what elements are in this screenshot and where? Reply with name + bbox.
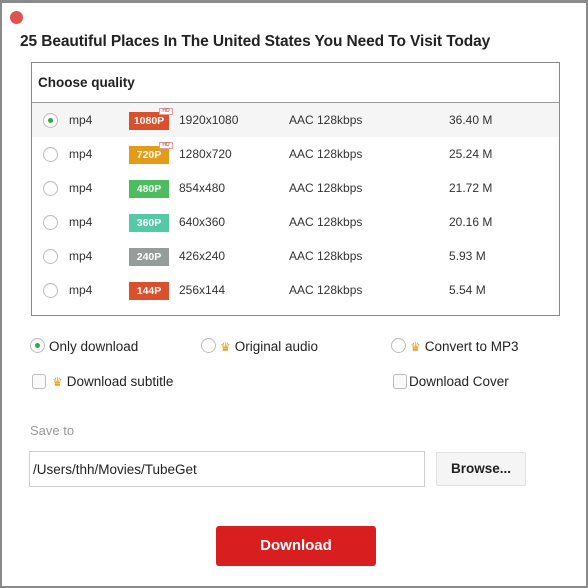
format-label: mp4	[69, 147, 93, 161]
resolution-badge: 480P	[129, 180, 169, 198]
quality-row[interactable]: mp4 720P HD 1280x720 AAC 128kbps 25.24 M	[32, 137, 559, 171]
convert-mp3-radio[interactable]	[391, 338, 406, 353]
file-size-label: 21.72 M	[449, 181, 493, 195]
quality-radio[interactable]	[43, 283, 58, 298]
file-size-label: 5.54 M	[449, 283, 486, 297]
quality-row[interactable]: mp4 240P 426x240 AAC 128kbps 5.93 M	[32, 239, 559, 273]
file-size-label: 25.24 M	[449, 147, 493, 161]
hd-badge-icon: HD	[159, 142, 173, 149]
download-button[interactable]: Download	[216, 526, 376, 566]
save-to-label: Save to	[30, 423, 75, 438]
resolution-badge: 240P	[129, 248, 169, 266]
format-label: mp4	[69, 249, 93, 263]
browse-button[interactable]: Browse...	[436, 452, 526, 486]
only-download-label: Only download	[49, 339, 139, 354]
download-subtitle-label: Download subtitle	[66, 374, 174, 389]
file-size-label: 20.16 M	[449, 215, 493, 229]
save-path-input[interactable]	[29, 451, 425, 487]
quality-row[interactable]: mp4 144P 256x144 AAC 128kbps 5.54 M	[32, 273, 559, 307]
original-audio-radio[interactable]	[201, 338, 216, 353]
audio-label: AAC 128kbps	[289, 215, 363, 229]
quality-row[interactable]: mp4 1080P HD 1920x1080 AAC 128kbps 36.40 M	[32, 103, 559, 137]
close-window-button[interactable]	[10, 11, 23, 24]
resolution-label: 426x240	[179, 249, 226, 263]
quality-header: Choose quality	[32, 63, 559, 103]
option-only-download[interactable]: Only download	[30, 336, 138, 356]
convert-mp3-label: Convert to MP3	[424, 339, 519, 354]
hd-badge-icon: HD	[159, 108, 173, 115]
quality-radio[interactable]	[43, 147, 58, 162]
download-subtitle-checkbox[interactable]	[32, 374, 46, 389]
resolution-label: 256x144	[179, 283, 226, 297]
audio-label: AAC 128kbps	[289, 181, 363, 195]
resolution-badge: 144P	[129, 282, 169, 300]
quality-row[interactable]: mp4 480P 854x480 AAC 128kbps 21.72 M	[32, 171, 559, 205]
audio-label: AAC 128kbps	[289, 249, 363, 263]
quality-radio[interactable]	[43, 249, 58, 264]
quality-row[interactable]: mp4 360P 640x360 AAC 128kbps 20.16 M	[32, 205, 559, 239]
option-download-subtitle[interactable]: ♛ Download subtitle	[32, 371, 173, 391]
audio-label: AAC 128kbps	[289, 283, 363, 297]
quality-table: Choose quality mp4 1080P HD 1920x1080 AAC 12…	[31, 62, 560, 316]
crown-icon: ♛	[52, 375, 63, 389]
file-size-label: 36.40 M	[449, 113, 493, 127]
crown-icon: ♛	[410, 340, 421, 354]
format-label: mp4	[69, 215, 93, 229]
format-label: mp4	[69, 113, 93, 127]
resolution-label: 1920x1080	[179, 113, 239, 127]
only-download-radio[interactable]	[30, 338, 45, 353]
crown-icon: ♛	[220, 340, 231, 354]
quality-radio[interactable]	[43, 181, 58, 196]
resolution-label: 1280x720	[179, 147, 232, 161]
download-dialog: 25 Beautiful Places In The United States…	[0, 0, 588, 588]
format-label: mp4	[69, 283, 93, 297]
audio-label: AAC 128kbps	[289, 147, 363, 161]
file-size-label: 5.93 M	[449, 249, 486, 263]
format-label: mp4	[69, 181, 93, 195]
original-audio-label: Original audio	[234, 339, 319, 354]
video-title: 25 Beautiful Places In The United States…	[20, 33, 491, 50]
resolution-label: 854x480	[179, 181, 226, 195]
download-cover-checkbox[interactable]	[393, 374, 407, 389]
quality-radio[interactable]	[43, 113, 58, 128]
option-convert-mp3[interactable]: ♛ Convert to MP3	[391, 336, 519, 356]
resolution-badge: 360P	[129, 214, 169, 232]
option-download-cover[interactable]: Download Cover	[393, 371, 509, 391]
quality-radio[interactable]	[43, 215, 58, 230]
download-cover-label: Download Cover	[409, 374, 509, 389]
option-original-audio[interactable]: ♛ Original audio	[201, 336, 318, 356]
audio-label: AAC 128kbps	[289, 113, 363, 127]
resolution-label: 640x360	[179, 215, 226, 229]
